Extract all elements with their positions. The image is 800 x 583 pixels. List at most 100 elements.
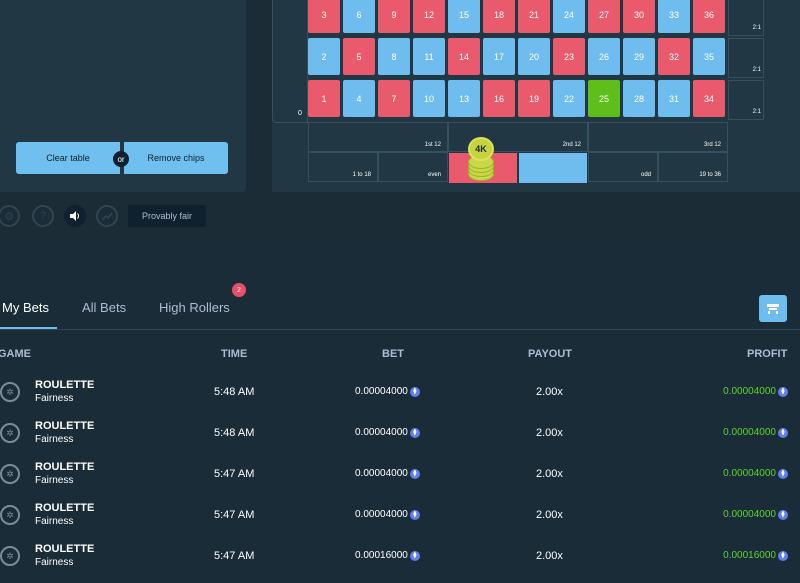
number-cell-13[interactable]: 13 bbox=[448, 80, 480, 117]
outside-label: odd bbox=[640, 172, 651, 178]
profit-value: 0.00004000 bbox=[723, 427, 776, 438]
number-cell-31[interactable]: 31 bbox=[658, 80, 690, 117]
eth-icon: ⧫ bbox=[778, 468, 788, 479]
number-cell-1[interactable]: 1 bbox=[308, 80, 340, 117]
help-icon[interactable]: ? bbox=[32, 205, 54, 227]
table-row[interactable]: ✲ ROULETTE Fairness 5:48 AM 0.00004000 ⧫ 2.00x… bbox=[0, 415, 800, 456]
tab-high-rollers[interactable]: High Rollers bbox=[159, 300, 230, 315]
dozen-label: 2nd 12 bbox=[562, 142, 581, 148]
number-cell-9[interactable]: 9 bbox=[378, 0, 410, 33]
dozen-bet-1[interactable]: 1st 12 bbox=[308, 122, 448, 152]
roulette-icon: ✲ bbox=[0, 423, 20, 443]
number-cell-32[interactable]: 32 bbox=[658, 38, 690, 75]
game-subtitle: Fairness bbox=[35, 393, 74, 404]
number-cell-29[interactable]: 29 bbox=[623, 38, 655, 75]
number-cell-6[interactable]: 6 bbox=[343, 0, 375, 33]
roulette-icon: ✲ bbox=[0, 382, 20, 402]
clear-table-button[interactable]: Clear table bbox=[16, 142, 120, 174]
bet-amount: 0.00004000 ⧫ bbox=[355, 468, 420, 479]
number-cell-7[interactable]: 7 bbox=[378, 80, 410, 117]
number-cell-12[interactable]: 12 bbox=[413, 0, 445, 33]
provably-fair-button[interactable]: Provably fair bbox=[128, 205, 206, 227]
tab-all-bets[interactable]: All Bets bbox=[82, 300, 126, 315]
eth-icon: ⧫ bbox=[409, 468, 420, 479]
header-time: TIME bbox=[221, 348, 248, 360]
bet-value: 0.00004000 bbox=[355, 468, 408, 479]
number-cell-16[interactable]: 16 bbox=[483, 80, 515, 117]
settings-icon[interactable]: ⚙ bbox=[0, 205, 20, 227]
table-row[interactable]: ✲ ROULETTE Fairness 5:48 AM 0.00004000 ⧫ 2.00x… bbox=[0, 374, 800, 415]
game-name[interactable]: ROULETTE bbox=[35, 379, 94, 391]
roulette-icon: ✲ bbox=[0, 505, 20, 525]
number-cell-35[interactable]: 35 bbox=[693, 38, 725, 75]
dozen-bet-3[interactable]: 3rd 12 bbox=[588, 122, 728, 152]
number-cell-10[interactable]: 10 bbox=[413, 80, 445, 117]
game-name[interactable]: ROULETTE bbox=[35, 543, 94, 555]
bet-amount: 0.00004000 ⧫ bbox=[355, 427, 420, 438]
number-cell-21[interactable]: 21 bbox=[518, 0, 550, 33]
game-name[interactable]: ROULETTE bbox=[35, 461, 94, 473]
profit-value: 0.00016000 bbox=[723, 550, 776, 561]
number-cell-22[interactable]: 22 bbox=[553, 80, 585, 117]
table-view-toggle-icon[interactable] bbox=[759, 295, 787, 322]
number-cell-5[interactable]: 5 bbox=[343, 38, 375, 75]
table-row[interactable]: ✲ ROULETTE Fairness 5:47 AM 0.00004000 ⧫ 2.00x… bbox=[0, 456, 800, 497]
number-grid: 3 6 9 12 15 18 21 24 27 30 33 36 2 5 8 11 14 17 20 23 26 29 32… bbox=[308, 0, 728, 120]
chip-stack[interactable]: 4K bbox=[468, 137, 494, 181]
table-row[interactable]: ✲ ROULETTE Fairness 5:47 AM 0.00016000 ⧫ 2.00x… bbox=[0, 538, 800, 579]
number-cell-3[interactable]: 3 bbox=[308, 0, 340, 33]
tab-my-bets[interactable]: My Bets bbox=[2, 300, 49, 315]
number-cell-36[interactable]: 36 bbox=[693, 0, 725, 33]
bet-even[interactable]: even bbox=[378, 152, 448, 182]
divider bbox=[0, 329, 800, 330]
game-name[interactable]: ROULETTE bbox=[35, 420, 94, 432]
bet-time: 5:48 AM bbox=[214, 427, 255, 439]
bet-black[interactable] bbox=[519, 153, 587, 183]
number-cell-27[interactable]: 27 bbox=[588, 0, 620, 33]
number-cell-25[interactable]: 25 bbox=[588, 80, 620, 117]
sound-icon[interactable] bbox=[64, 205, 86, 227]
bet-time: 5:47 AM bbox=[214, 468, 255, 480]
column-label: 2:1 bbox=[752, 25, 761, 31]
bet-value: 0.00004000 bbox=[355, 386, 408, 397]
header-profit: PROFIT bbox=[747, 348, 788, 360]
number-cell-4[interactable]: 4 bbox=[343, 80, 375, 117]
game-subtitle: Fairness bbox=[35, 475, 74, 486]
number-cell-11[interactable]: 11 bbox=[413, 38, 445, 75]
number-cell-23[interactable]: 23 bbox=[553, 38, 585, 75]
number-cell-26[interactable]: 26 bbox=[588, 38, 620, 75]
column-bet-middle[interactable]: 2:1 bbox=[728, 38, 764, 78]
bet-19-to-36[interactable]: 19 to 36 bbox=[658, 152, 728, 182]
bet-time: 5:47 AM bbox=[214, 550, 255, 562]
number-cell-28[interactable]: 28 bbox=[623, 80, 655, 117]
remove-chips-button[interactable]: Remove chips bbox=[124, 142, 228, 174]
number-cell-17[interactable]: 17 bbox=[483, 38, 515, 75]
number-cell-19[interactable]: 19 bbox=[518, 80, 550, 117]
number-cell-30[interactable]: 30 bbox=[623, 0, 655, 33]
column-bet-top[interactable]: 2:1 bbox=[728, 0, 764, 36]
column-bet-bottom[interactable]: 2:1 bbox=[728, 80, 764, 120]
number-cell-15[interactable]: 15 bbox=[448, 0, 480, 33]
number-cell-14[interactable]: 14 bbox=[448, 38, 480, 75]
roulette-icon: ✲ bbox=[0, 464, 20, 484]
table-row[interactable]: ✲ ROULETTE Fairness 5:47 AM 0.00004000 ⧫ 2.00x… bbox=[0, 497, 800, 538]
bet-odd[interactable]: odd bbox=[588, 152, 658, 182]
number-cell-24[interactable]: 24 bbox=[553, 0, 585, 33]
payout-multiplier: 2.00x bbox=[536, 386, 563, 398]
bet-amount: 0.00004000 ⧫ bbox=[355, 509, 420, 520]
stats-icon[interactable] bbox=[96, 205, 118, 227]
game-name[interactable]: ROULETTE bbox=[35, 502, 94, 514]
zero-cell[interactable] bbox=[272, 0, 308, 123]
number-cell-33[interactable]: 33 bbox=[658, 0, 690, 33]
number-cell-18[interactable]: 18 bbox=[483, 0, 515, 33]
number-cell-34[interactable]: 34 bbox=[693, 80, 725, 117]
number-cell-2[interactable]: 2 bbox=[308, 38, 340, 75]
dozen-label: 1st 12 bbox=[424, 142, 441, 148]
profit-amount: 0.00004000 ⧫ bbox=[723, 427, 788, 438]
number-cell-8[interactable]: 8 bbox=[378, 38, 410, 75]
bet-1-to-18[interactable]: 1 to 18 bbox=[308, 152, 378, 182]
profit-amount: 0.00004000 ⧫ bbox=[723, 509, 788, 520]
chip-value: 4K bbox=[468, 137, 494, 161]
number-cell-20[interactable]: 20 bbox=[518, 38, 550, 75]
profit-amount: 0.00004000 ⧫ bbox=[723, 386, 788, 397]
